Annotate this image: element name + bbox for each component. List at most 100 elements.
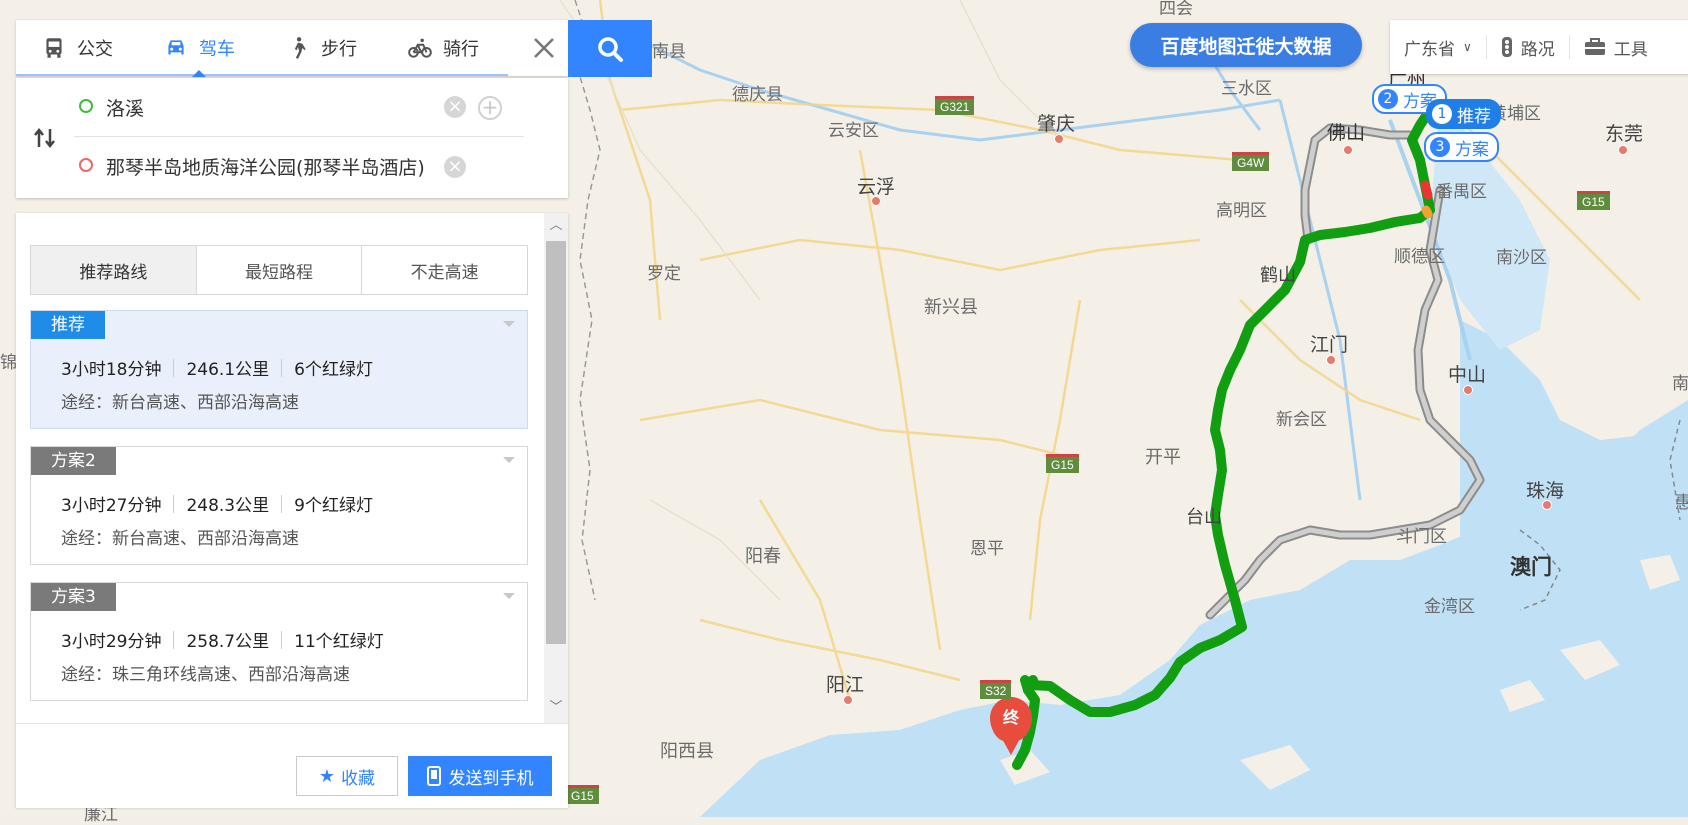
chevron-up-icon[interactable]: ︿ [549,219,563,233]
destination-dot-icon [79,158,93,172]
tab-drive[interactable]: 驾车 [138,20,260,77]
tools-label: 工具 [1613,39,1648,60]
favorite-button[interactable]: ★ 收藏 [296,756,398,796]
province-selector[interactable]: 广东省 ∨ [1390,35,1487,60]
plan-lights: 6个红绿灯 [294,360,373,380]
plan-stats: 3小时29分钟 258.7公里 11个红绿灯 [61,627,384,652]
highway-shield: G15 [566,785,599,804]
chevron-down-icon[interactable] [503,321,515,327]
chevron-down-icon[interactable]: ﹀ [549,701,563,715]
plan-time: 3小时29分钟 [61,632,162,652]
city-dot [1326,355,1336,365]
plan-tag: 方案3 [31,583,116,611]
map-label: 番禺区 [1436,182,1487,202]
city-dot [843,695,853,705]
map-label: 锦 [0,353,17,373]
route-callout-1[interactable]: 1 推荐 [1426,99,1501,129]
city-dot [1343,145,1353,155]
add-waypoint-icon[interactable]: + [478,96,502,120]
tab-walk[interactable]: 步行 [260,20,382,76]
clear-destination-icon[interactable]: × [444,156,466,178]
tab-label: 驾车 [199,39,235,60]
migration-data-button[interactable]: 百度地图迁徙大数据 [1130,23,1362,67]
route-plan-card[interactable]: 推荐 3小时18分钟 246.1公里 6个红绿灯 途经：新台高速、西部沿海高速 [30,310,528,429]
plan-stats: 3小时27分钟 248.3公里 9个红绿灯 [61,491,373,516]
map-label: 阳西县 [660,741,714,762]
tab-label: 公交 [77,39,113,60]
plan-via: 途经：珠三角环线高速、西部沿海高速 [61,665,350,685]
map-label: 四会 [1159,0,1193,19]
map-toolbar: 广东省 ∨ 路况 工具 [1390,20,1688,74]
map-label: 南沙区 [1496,248,1547,268]
city-dot [1054,134,1064,144]
map-label: 江门 [1310,334,1349,356]
tab-recommended[interactable]: 推荐路线 [31,246,197,294]
tools-button[interactable]: 工具 [1570,35,1662,60]
city-dot [871,196,881,206]
plan-stats: 3小时18分钟 246.1公里 6个红绿灯 [61,355,373,380]
map-label: 三水区 [1221,79,1272,99]
tab-shortest[interactable]: 最短路程 [197,246,363,294]
destination-input[interactable]: 那琴半岛地质海洋公园(那琴半岛酒店) [106,153,436,180]
map-label: 德庆县 [732,85,783,105]
highway-shield: G4W [1232,152,1270,171]
bus-icon [46,38,62,58]
plan-time: 3小时27分钟 [61,496,162,516]
panel-footer: ★ 收藏 发送到手机 [16,723,568,808]
route-callout-label: 推荐 [1457,106,1491,127]
route-number: 1 [1432,104,1452,124]
tab-label: 骑行 [443,39,479,60]
map-label: 肇庆 [1037,113,1076,135]
plan-via: 途经：新台高速、西部沿海高速 [61,393,299,413]
phone-icon [426,766,441,786]
map-label: 东莞 [1605,123,1644,145]
plan-distance: 246.1公里 [186,360,270,380]
highway-shield: G321 [935,96,975,115]
send-to-phone-button[interactable]: 发送到手机 [408,756,552,796]
favorite-label: 收藏 [341,768,376,789]
map-label: 云安区 [828,121,879,141]
tab-bike[interactable]: 骑行 [382,20,504,76]
traffic-label: 路况 [1520,39,1555,60]
route-callout-label: 方案 [1455,139,1489,160]
chevron-down-icon[interactable] [503,593,515,599]
route-plan-card[interactable]: 方案3 3小时29分钟 258.7公里 11个红绿灯 途经：珠三角环线高速、西部… [30,582,528,701]
tab-bus[interactable]: 公交 [16,20,138,76]
plan-distance: 258.7公里 [186,632,270,652]
route-callout-3[interactable]: 3 方案 [1424,132,1499,162]
province-label: 广东省 [1404,39,1455,60]
close-icon[interactable] [530,34,558,62]
scrollbar[interactable]: ︿ ﹀ [544,213,568,723]
route-plan-card[interactable]: 方案2 3小时27分钟 248.3公里 9个红绿灯 途经：新台高速、西部沿海高速 [30,446,528,565]
tab-label: 步行 [321,39,357,60]
route-preference-tabs: 推荐路线 最短路程 不走高速 [30,245,528,295]
map-label: 珠海 [1526,480,1565,502]
car-icon [168,40,184,55]
plan-distance: 248.3公里 [186,496,270,516]
map-label: 台山 [1186,507,1222,528]
map-label: 中山 [1448,364,1487,386]
swap-icon[interactable] [32,125,58,151]
chevron-down-icon: ∨ [1463,40,1472,54]
traffic-button[interactable]: 路况 [1487,35,1570,60]
traffic-light-icon [1501,37,1512,57]
map-label: 南 [1672,374,1688,394]
search-button[interactable] [568,20,652,77]
highway-shield: G15 [1577,191,1610,210]
map-label: 顺德区 [1394,247,1445,267]
map-label: 阳春 [745,546,781,567]
city-dot [1463,385,1473,395]
map-label: 金湾区 [1424,597,1475,617]
map-label: 开平 [1145,447,1181,468]
city-dot [1618,145,1628,155]
clear-origin-icon[interactable]: × [444,96,466,118]
map-label: 恩平 [970,539,1004,559]
walk-icon [294,37,306,59]
chevron-down-icon[interactable] [503,457,515,463]
tab-no-highway[interactable]: 不走高速 [362,246,527,294]
plan-tag: 方案2 [31,447,116,475]
map-label: 佛山 [1327,122,1366,144]
map-label: 新兴县 [924,297,978,318]
scrollbar-thumb[interactable] [546,241,566,644]
search-icon [598,36,623,62]
